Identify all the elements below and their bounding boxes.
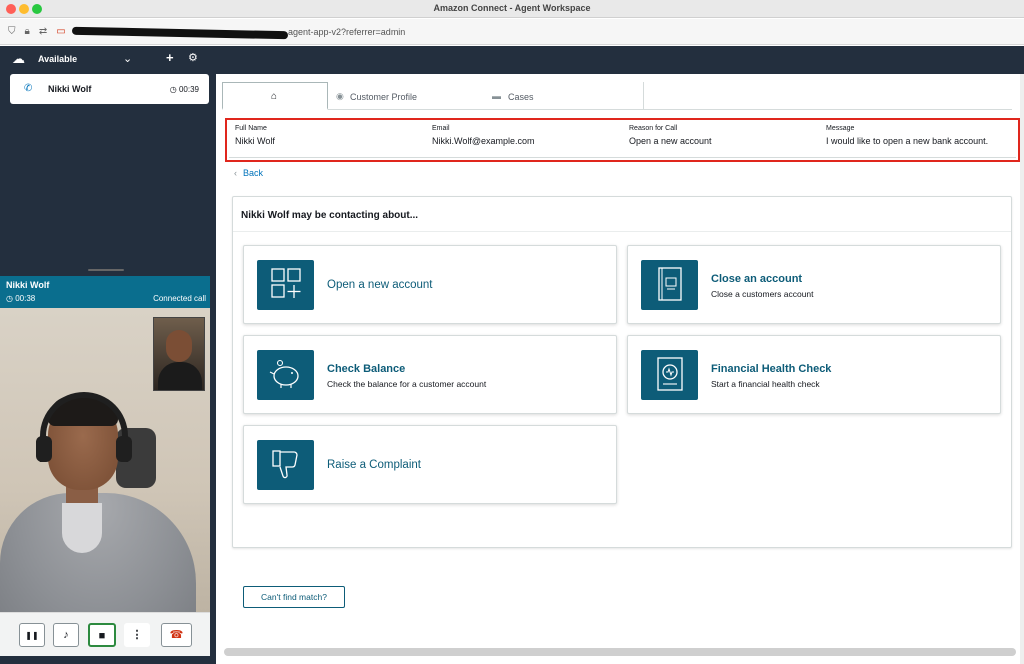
permissions-icon[interactable]: ⇄ xyxy=(39,26,47,37)
message-value: I would like to open a new bank account. xyxy=(826,136,989,146)
card-financial-health-title: Financial Health Check xyxy=(711,363,832,375)
reason-field: Reason for Call Open a new account xyxy=(629,125,712,146)
shield-icon: ⛉ xyxy=(8,26,16,37)
card-check-balance-title: Check Balance xyxy=(327,363,406,375)
main-workspace: ⌂ ◉ Customer Profile ▬ Cases Full Name N… xyxy=(216,74,1024,664)
reason-label: Reason for Call xyxy=(629,125,678,132)
browser-url-bar[interactable]: ⛉ 🔒︎ ⇄ ▭ agent-app-v2?referrer=admin xyxy=(0,19,1024,45)
call-timer: ◷ 00:38 xyxy=(6,294,36,303)
panel-divider xyxy=(233,231,1011,232)
call-status: Connected call xyxy=(153,294,206,303)
headset-earcup-right xyxy=(116,436,132,462)
window-titlebar: Amazon Connect - Agent Workspace xyxy=(0,0,1024,18)
briefcase-icon: ▬ xyxy=(492,91,501,101)
more-options-icon: ⋮ xyxy=(131,629,143,641)
message-label: Message xyxy=(826,125,855,132)
suggestions-panel: Nikki Wolf may be contacting about... Op… xyxy=(232,196,1012,608)
home-icon: ⌂ xyxy=(271,91,278,102)
top-navigation-strip xyxy=(216,46,1024,74)
microphone-icon: ♪ xyxy=(63,629,69,641)
reason-value: Open a new account xyxy=(629,136,712,146)
back-label: Back xyxy=(243,168,264,178)
redacted-url xyxy=(71,26,289,40)
tab-customer-profile[interactable]: ◉ Customer Profile xyxy=(328,82,488,110)
card-close-account-description: Close a customers account xyxy=(711,289,814,299)
full-name-value: Nikki Wolf xyxy=(235,136,275,146)
card-open-account[interactable]: Open a new account xyxy=(243,245,617,324)
caller-name: Nikki Wolf xyxy=(6,280,50,290)
sidebar-bottom xyxy=(0,656,210,664)
window-title: Amazon Connect - Agent Workspace xyxy=(433,3,591,13)
person-shirt xyxy=(62,503,102,553)
card-financial-health[interactable]: Financial Health Check Start a financial… xyxy=(627,335,1001,414)
customer-info-box: Full Name Nikki Wolf Email Nikki.Wolf@ex… xyxy=(225,118,1020,162)
lock-icon: 🔒︎ xyxy=(24,26,30,37)
agent-status-label[interactable]: Available xyxy=(38,54,77,64)
tab-cases[interactable]: ▬ Cases xyxy=(488,82,644,110)
message-field: Message I would like to open a new bank … xyxy=(826,125,988,146)
phone-icon: ✆ xyxy=(24,83,33,94)
pause-icon: ❚❚ xyxy=(25,631,39,640)
chevron-down-icon[interactable]: ⌄ xyxy=(123,52,132,65)
hang-up-icon: ☎ xyxy=(169,629,184,641)
video-camera-icon: ■ xyxy=(98,630,106,642)
chevron-left-icon: ‹ xyxy=(234,168,237,178)
contact-timer: ◷ 00:39 xyxy=(169,85,199,94)
customer-info-fields: Full Name Nikki Wolf Email Nikki.Wolf@ex… xyxy=(229,122,1016,158)
pause-button[interactable]: ❚❚ xyxy=(19,623,45,647)
headset-earcup-left xyxy=(36,436,52,462)
tab-home[interactable]: ⌂ xyxy=(222,82,328,110)
full-name-field: Full Name Nikki Wolf xyxy=(235,125,275,146)
mute-button[interactable]: ♪ xyxy=(53,623,79,647)
health-check-icon xyxy=(641,350,698,400)
add-contact-icon[interactable]: + xyxy=(166,50,174,65)
notebook-icon xyxy=(641,260,698,310)
self-view-body xyxy=(158,362,202,390)
piggy-bank-icon xyxy=(257,350,314,400)
call-header: Nikki Wolf ◷ 00:38 Connected call xyxy=(0,276,210,308)
back-link[interactable]: ‹ Back xyxy=(234,168,263,178)
headset xyxy=(40,392,128,462)
email-value: Nikki.Wolf@example.com xyxy=(432,136,535,146)
active-contact-card[interactable]: ✆ Nikki Wolf ◷ 00:39 xyxy=(10,74,209,104)
card-check-balance-description: Check the balance for a customer account xyxy=(327,379,487,389)
card-financial-health-description: Start a financial health check xyxy=(711,379,820,389)
email-label: Email xyxy=(432,125,450,132)
workspace-tabs: ⌂ ◉ Customer Profile ▬ Cases xyxy=(222,82,1012,110)
tab-cases-label: Cases xyxy=(508,92,534,102)
card-close-account[interactable]: Close an account Close a customers accou… xyxy=(627,245,1001,324)
self-view-head xyxy=(166,330,192,362)
card-raise-complaint-title: Raise a Complaint xyxy=(327,459,421,471)
panel-title: Nikki Wolf may be contacting about... xyxy=(241,210,419,221)
hang-up-button[interactable]: ☎ xyxy=(161,623,192,647)
more-options-button[interactable]: ⋮ xyxy=(124,623,150,647)
resize-handle[interactable] xyxy=(88,269,124,271)
agent-status-bar: ☁ Available ⌄ + ⚙ xyxy=(0,46,210,72)
camera-indicator-icon: ▭ xyxy=(56,26,66,37)
call-timer-value: 00:38 xyxy=(15,294,36,303)
card-raise-complaint[interactable]: Raise a Complaint xyxy=(243,425,617,504)
full-name-label: Full Name xyxy=(235,125,267,132)
card-check-balance[interactable]: Check Balance Check the balance for a cu… xyxy=(243,335,617,414)
connect-cloud-icon: ☁ xyxy=(12,51,25,66)
contact-timer-value: 00:39 xyxy=(178,85,199,94)
call-controls: ❚❚ ♪ ■ ⋮ ☎ xyxy=(0,612,210,656)
user-icon: ◉ xyxy=(336,91,344,101)
card-close-account-title: Close an account xyxy=(711,273,803,285)
grid-add-icon xyxy=(257,260,314,310)
agent-self-view[interactable] xyxy=(153,317,205,391)
right-edge xyxy=(1020,74,1024,664)
video-toggle-button[interactable]: ■ xyxy=(88,623,116,647)
email-field: Email Nikki.Wolf@example.com xyxy=(432,125,535,146)
agent-sidebar: ☁ Available ⌄ + ⚙ ✆ Nikki Wolf ◷ 00:39 xyxy=(0,46,210,276)
url-text: agent-app-v2?referrer=admin xyxy=(288,27,406,37)
thumbs-down-icon xyxy=(257,440,314,490)
contact-name: Nikki Wolf xyxy=(48,84,92,94)
gear-icon[interactable]: ⚙ xyxy=(188,51,198,64)
cant-find-match-button[interactable]: Can't find match? xyxy=(243,586,345,608)
card-open-account-title: Open a new account xyxy=(327,279,433,291)
horizontal-scrollbar[interactable] xyxy=(224,648,1016,656)
tab-customer-profile-label: Customer Profile xyxy=(350,92,418,102)
